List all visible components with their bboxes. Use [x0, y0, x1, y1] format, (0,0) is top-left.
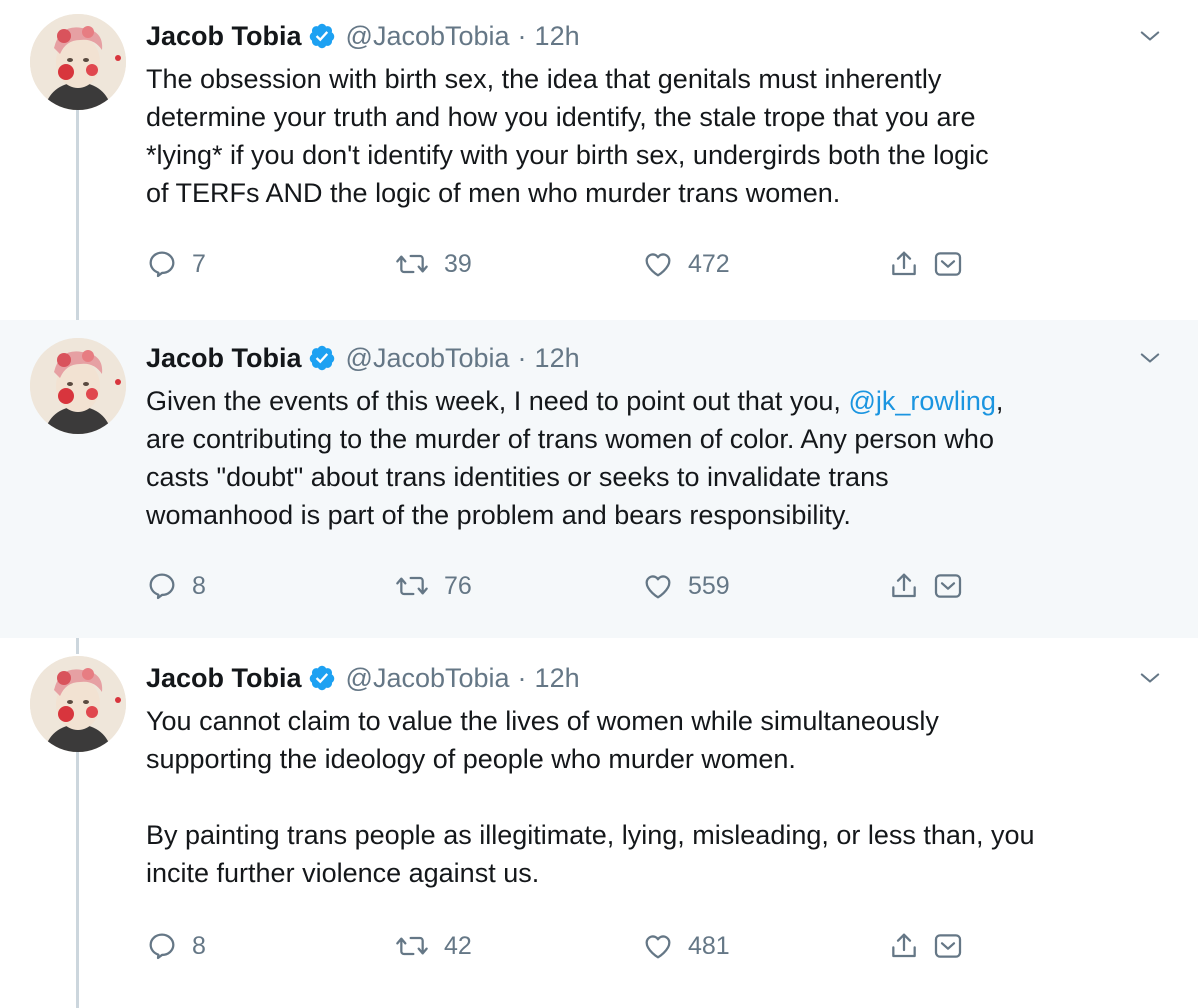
retweet-icon	[396, 936, 428, 956]
timestamp[interactable]: 12h	[535, 663, 580, 694]
heart-icon	[645, 935, 671, 959]
dm-button[interactable]	[932, 566, 964, 606]
chevron-down-icon[interactable]	[1136, 664, 1164, 692]
reply-icon	[149, 251, 175, 278]
user-handle[interactable]: @JacobTobia	[346, 21, 510, 52]
tweet-text: You cannot claim to value the lives of w…	[146, 702, 1176, 892]
tweet-text-line: By painting trans people as illegitimate…	[146, 820, 1035, 850]
avatar[interactable]	[30, 14, 126, 110]
tweet-actions: 8 76 559	[146, 566, 986, 606]
separator-dot: ·	[517, 662, 527, 693]
reply-button[interactable]: 7	[146, 244, 206, 284]
display-name[interactable]: Jacob Tobia	[146, 343, 302, 374]
avatar[interactable]	[30, 656, 126, 752]
reply-icon	[149, 933, 175, 960]
display-name[interactable]: Jacob Tobia	[146, 663, 302, 694]
display-name[interactable]: Jacob Tobia	[146, 21, 302, 52]
share-button[interactable]	[888, 566, 920, 606]
retweet-count: 39	[444, 249, 472, 278]
tweet-text: Given the events of this week, I need to…	[146, 382, 1176, 534]
retweet-icon	[396, 576, 428, 596]
tweet-text-line: supporting the ideology of people who mu…	[146, 744, 796, 774]
dm-icon	[934, 252, 962, 276]
tweet-text-segment: Given the events of this week, I need to…	[146, 386, 849, 416]
tweet-header: Jacob Tobia @JacobTobia · 12h	[146, 18, 580, 54]
like-count: 559	[688, 571, 730, 600]
tweet-text-line: Given the events of this week, I need to…	[146, 382, 1176, 420]
chevron-down-icon[interactable]	[1136, 344, 1164, 372]
tweet-text-line: incite further violence against us.	[146, 858, 540, 888]
tweet-text: The obsession with birth sex, the idea t…	[146, 60, 1176, 212]
timestamp[interactable]: 12h	[535, 343, 580, 374]
avatar-image	[30, 656, 126, 752]
share-button[interactable]	[888, 244, 920, 284]
tweet-text-line: You cannot claim to value the lives of w…	[146, 706, 939, 736]
verified-badge-icon	[308, 22, 336, 50]
reply-button[interactable]: 8	[146, 926, 206, 966]
share-icon	[892, 251, 916, 276]
dm-button[interactable]	[932, 244, 964, 284]
user-handle[interactable]: @JacobTobia	[346, 343, 510, 374]
like-count: 481	[688, 931, 730, 960]
tweet-header: Jacob Tobia @JacobTobia · 12h	[146, 340, 580, 376]
reply-icon	[149, 573, 175, 600]
retweet-button[interactable]: 76	[394, 566, 472, 606]
separator-dot: ·	[517, 20, 527, 51]
retweet-button[interactable]: 42	[394, 926, 472, 966]
tweet[interactable]: Jacob Tobia @JacobTobia · 12h You cannot…	[0, 638, 1198, 1008]
tweet-text-line: *lying* if you don't identify with your …	[146, 140, 989, 170]
avatar[interactable]	[30, 338, 126, 434]
retweet-button[interactable]: 39	[394, 244, 472, 284]
share-button[interactable]	[888, 926, 920, 966]
dm-icon	[934, 574, 962, 598]
tweet-actions: 7 39 472	[146, 244, 986, 284]
tweet-text-line: womanhood is part of the problem and bea…	[146, 500, 851, 530]
retweet-count: 42	[444, 931, 472, 960]
chevron-down-icon[interactable]	[1136, 22, 1164, 50]
tweet-text-line: casts "doubt" about trans identities or …	[146, 462, 889, 492]
mention-link[interactable]: @jk_rowling	[848, 386, 995, 416]
like-count: 472	[688, 249, 730, 278]
reply-count: 8	[192, 931, 206, 960]
tweet-text-line: are contributing to the murder of trans …	[146, 424, 994, 454]
dm-button[interactable]	[932, 926, 964, 966]
tweet-text-line: of TERFs AND the logic of men who murder…	[146, 178, 841, 208]
tweet-highlighted[interactable]: Jacob Tobia @JacobTobia · 12h Given the …	[0, 320, 1198, 638]
tweet[interactable]: Jacob Tobia @JacobTobia · 12h The obsess…	[0, 0, 1198, 320]
tweet-text-line: determine your truth and how you identif…	[146, 102, 976, 132]
separator-dot: ·	[517, 342, 527, 373]
avatar-image	[30, 338, 126, 434]
timestamp[interactable]: 12h	[535, 21, 580, 52]
dm-icon	[934, 934, 962, 958]
reply-count: 7	[192, 249, 206, 278]
like-button[interactable]: 481	[642, 926, 730, 966]
like-button[interactable]: 472	[642, 244, 730, 284]
heart-icon	[645, 575, 671, 599]
retweet-icon	[396, 254, 428, 274]
tweet-text-segment: ,	[995, 386, 1004, 416]
verified-badge-icon	[308, 344, 336, 372]
tweet-header: Jacob Tobia @JacobTobia · 12h	[146, 660, 580, 696]
user-handle[interactable]: @JacobTobia	[346, 663, 510, 694]
share-icon	[892, 933, 916, 958]
reply-button[interactable]: 8	[146, 566, 206, 606]
avatar-image	[30, 14, 126, 110]
reply-count: 8	[192, 571, 206, 600]
verified-badge-icon	[308, 664, 336, 692]
share-icon	[892, 573, 916, 598]
like-button[interactable]: 559	[642, 566, 730, 606]
heart-icon	[645, 253, 671, 277]
retweet-count: 76	[444, 571, 472, 600]
tweet-text-line: The obsession with birth sex, the idea t…	[146, 64, 942, 94]
tweet-actions: 8 42 481	[146, 926, 986, 966]
